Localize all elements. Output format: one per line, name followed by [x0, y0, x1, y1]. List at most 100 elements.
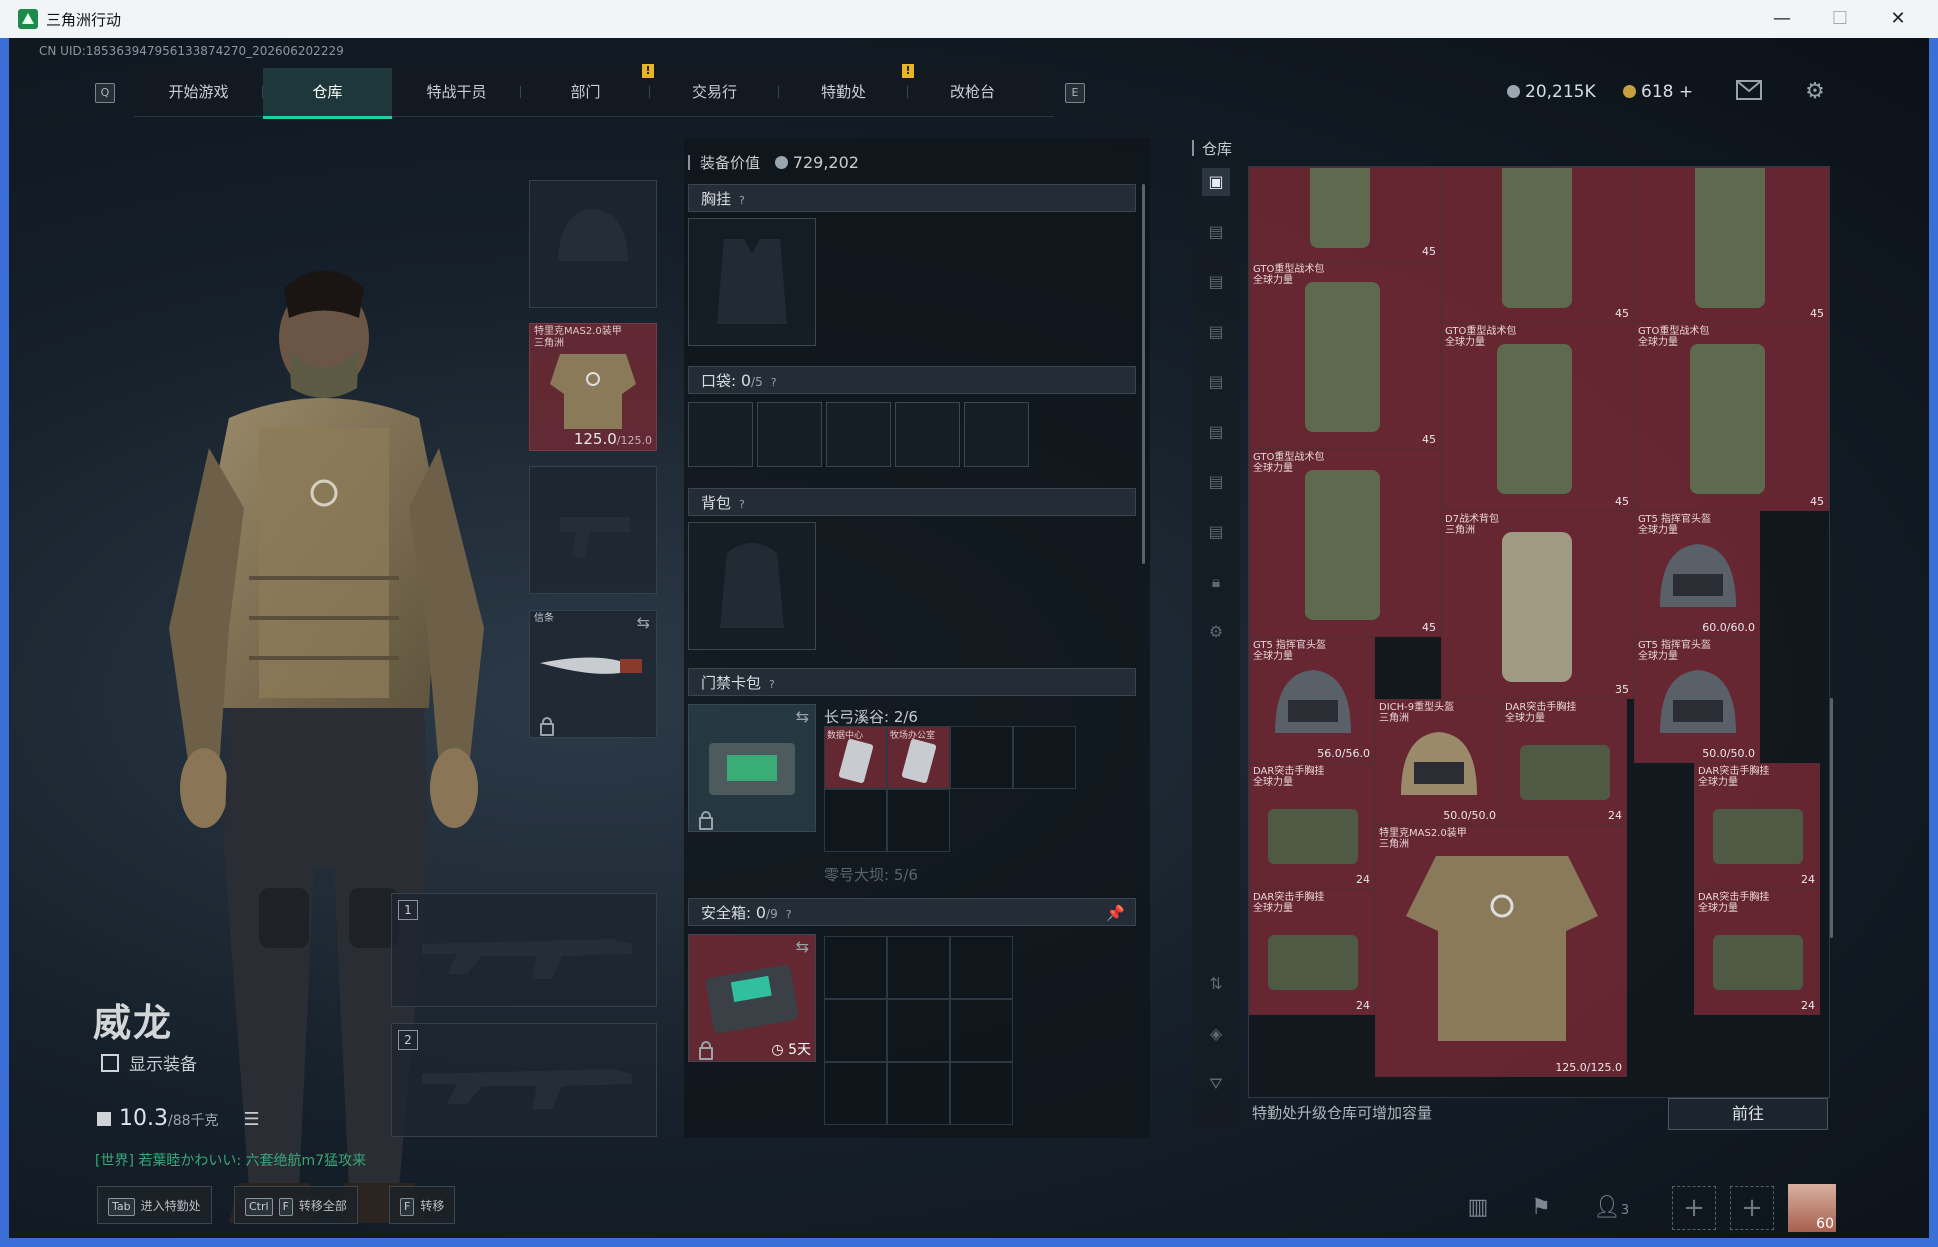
category-1-icon[interactable]: ▤	[1202, 218, 1230, 246]
safebox-cell[interactable]	[950, 999, 1013, 1062]
primary-weapon-slot-1[interactable]: 1	[391, 893, 657, 1007]
player-avatar[interactable]: 60	[1788, 1184, 1836, 1232]
primary-weapon-slot-2[interactable]: 2	[391, 1023, 657, 1137]
warehouse-item[interactable]: 特里克MAS2.0装甲 三角洲 125.0/125.0	[1375, 825, 1627, 1077]
pocket-slot[interactable]	[826, 402, 891, 467]
tab-start-game[interactable]: 开始游戏	[134, 68, 263, 116]
armor-slot[interactable]: 特里克MAS2.0装甲 三角洲 125.0/125.0	[529, 323, 657, 451]
pocket-slot[interactable]	[964, 402, 1029, 467]
layers-icon[interactable]: ◈	[1202, 1020, 1230, 1048]
safebox-cell[interactable]	[824, 936, 887, 999]
nav-key-left[interactable]: Q	[95, 83, 115, 103]
melee-slot[interactable]: 信条 ⇆	[529, 610, 657, 738]
all-items-icon[interactable]: ▣	[1202, 168, 1230, 196]
key-slot-empty[interactable]	[950, 726, 1013, 789]
invite-slot-button[interactable]: +	[1672, 1186, 1716, 1230]
tab-department[interactable]: 部门	[521, 68, 650, 116]
warehouse-item[interactable]: DAR突击手胸挂 全球力量 24	[1249, 763, 1375, 889]
key-slot-empty[interactable]	[1013, 726, 1076, 789]
settings-gear-icon[interactable]: ⚙	[1802, 80, 1828, 104]
chest-rig-slot[interactable]	[688, 218, 816, 346]
warehouse-item[interactable]: GT5 指挥官头盔 全球力量 60.0/60.0	[1634, 511, 1760, 637]
help-icon[interactable]: ?	[739, 187, 745, 215]
filter-icon[interactable]: ⛛	[1202, 1070, 1230, 1098]
nav-key-right[interactable]: E	[1065, 83, 1085, 103]
warehouse-item[interactable]: 45	[1441, 167, 1634, 323]
show-gear-toggle[interactable]: 显示装备	[101, 1050, 197, 1075]
tab-trading[interactable]: 交易行	[650, 68, 779, 116]
warehouse-item[interactable]: GTO重型战术包 全球力量 45	[1249, 261, 1441, 449]
warehouse-item[interactable]: D7战术背包 三角洲 35	[1441, 511, 1634, 699]
warehouse-item[interactable]: DAR突击手胸挂 全球力量 24	[1694, 763, 1820, 889]
swap-icon[interactable]: ⇆	[796, 937, 809, 956]
key-item[interactable]: 牧场办公室	[887, 726, 950, 789]
safebox-cell[interactable]	[887, 999, 950, 1062]
warehouse-item[interactable]: DAR突击手胸挂 全球力量 24	[1501, 699, 1627, 825]
swap-icon[interactable]: ⇆	[796, 707, 809, 726]
help-icon[interactable]: ?	[739, 491, 745, 519]
close-button[interactable]: ✕	[1876, 4, 1920, 34]
help-icon[interactable]: ?	[771, 369, 777, 397]
warehouse-item[interactable]: GTO重型战术包 全球力量 45	[1249, 449, 1441, 637]
category-5-icon[interactable]: ▤	[1202, 418, 1230, 446]
add-gold-button[interactable]: +	[1679, 82, 1693, 102]
backpack-slot[interactable]	[688, 522, 816, 650]
warehouse-item[interactable]: 45	[1249, 167, 1441, 261]
help-icon[interactable]: ?	[769, 671, 775, 699]
warehouse-item[interactable]: GTO重型战术包 全球力量 45	[1441, 323, 1634, 511]
key-item[interactable]: 数据中心	[824, 726, 887, 789]
warehouse-item[interactable]: DICH-9重型头盔 三角洲 50.0/50.0	[1375, 699, 1501, 825]
category-4-icon[interactable]: ▤	[1202, 368, 1230, 396]
flag-icon[interactable]: ⚑	[1519, 1186, 1563, 1230]
sort-icon[interactable]: ⇅	[1202, 970, 1230, 998]
maximize-button[interactable]: ☐	[1818, 4, 1862, 34]
sidearm-slot[interactable]	[529, 466, 657, 594]
transfer-all-hint[interactable]: Ctrl F 转移全部	[234, 1186, 358, 1224]
safebox-cell[interactable]	[887, 936, 950, 999]
safebox-cell[interactable]	[950, 1062, 1013, 1125]
world-chat[interactable]: [世界] 若葉睦かわいい: 六套绝航m7猛攻来	[95, 1150, 366, 1170]
loadout-scrollbar[interactable]	[1142, 184, 1145, 564]
tab-operators[interactable]: 特战干员	[392, 68, 521, 116]
category-3-icon[interactable]: ▤	[1202, 318, 1230, 346]
pocket-slot[interactable]	[757, 402, 822, 467]
warehouse-item[interactable]: GT5 指挥官头盔 全球力量 50.0/50.0	[1634, 637, 1760, 763]
pocket-slot[interactable]	[688, 402, 753, 467]
minimize-button[interactable]: —	[1760, 4, 1804, 34]
warehouse-scrollbar[interactable]	[1830, 698, 1833, 938]
list-icon[interactable]: ☰	[244, 1109, 260, 1130]
safebox-cell[interactable]	[887, 1062, 950, 1125]
pin-icon[interactable]: 📌	[1106, 899, 1125, 927]
safebox-slot[interactable]: ⇆ ◷ 5天	[688, 934, 816, 1062]
warehouse-item[interactable]: 45	[1634, 167, 1829, 323]
tab-gunsmith[interactable]: 改枪台	[908, 68, 1037, 116]
tab-warehouse[interactable]: 仓库	[263, 68, 392, 119]
key-slot-empty[interactable]	[887, 789, 950, 852]
team-icon[interactable]: 👤︎3	[1581, 1186, 1641, 1230]
safebox-cell[interactable]	[824, 1062, 887, 1125]
warehouse-item[interactable]: GTO重型战术包 全球力量 45	[1634, 323, 1829, 511]
helmet-slot[interactable]	[529, 180, 657, 308]
safebox-cell[interactable]	[824, 999, 887, 1062]
invite-slot-button[interactable]: +	[1730, 1186, 1774, 1230]
lock-category-icon[interactable]: 🔒︎	[1202, 568, 1230, 596]
warehouse-item[interactable]: GT5 指挥官头盔 全球力量 56.0/56.0	[1249, 637, 1375, 763]
go-button[interactable]: 前往	[1668, 1098, 1828, 1130]
checkbox[interactable]	[101, 1054, 119, 1072]
transfer-hint[interactable]: F 转移	[389, 1186, 456, 1224]
key-slot-empty[interactable]	[824, 789, 887, 852]
help-icon[interactable]: ?	[786, 901, 792, 929]
keycard-case-slot[interactable]: ⇆	[688, 704, 816, 832]
warehouse-item[interactable]: DAR突击手胸挂 全球力量 24	[1694, 889, 1820, 1015]
category-2-icon[interactable]: ▤	[1202, 268, 1230, 296]
warehouse-item[interactable]: DAR突击手胸挂 全球力量 24	[1249, 889, 1375, 1015]
tab-special-ops[interactable]: 特勤处	[779, 68, 908, 116]
stats-chart-icon[interactable]: ▥	[1456, 1186, 1500, 1230]
category-7-icon[interactable]: ▤	[1202, 518, 1230, 546]
category-6-icon[interactable]: ▤	[1202, 468, 1230, 496]
enter-special-ops-hint[interactable]: Tab 进入特勤处	[97, 1186, 212, 1224]
safebox-cell[interactable]	[950, 936, 1013, 999]
mail-icon[interactable]	[1736, 80, 1762, 104]
settings-category-icon[interactable]: ⚙	[1202, 618, 1230, 646]
pocket-slot[interactable]	[895, 402, 960, 467]
